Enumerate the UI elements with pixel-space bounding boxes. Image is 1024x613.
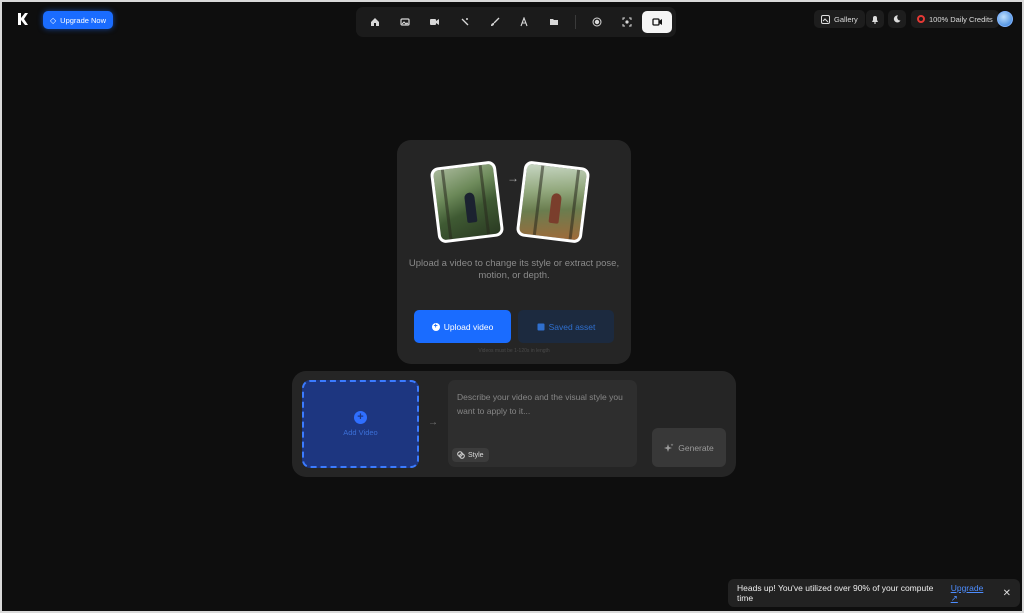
image-tool-button[interactable] <box>390 11 420 33</box>
toast-upgrade-link[interactable]: Upgrade ↗ <box>951 583 992 604</box>
scan-tool-button[interactable] <box>612 11 642 33</box>
toolbar-divider <box>575 15 577 29</box>
record-icon <box>592 17 602 27</box>
prompt-placeholder: Describe your video and the visual style… <box>457 392 623 416</box>
brush-icon <box>490 17 500 26</box>
folder-tool-button[interactable] <box>539 11 569 33</box>
home-icon <box>370 18 379 26</box>
tree-trunk <box>568 169 581 240</box>
video-camera-icon <box>651 18 662 26</box>
source-video-thumbnail <box>429 160 505 244</box>
user-avatar[interactable] <box>997 11 1013 27</box>
credits-label: 100% Daily Credits <box>929 14 993 24</box>
saved-asset-label: Saved asset <box>548 321 596 332</box>
home-tool-button[interactable] <box>360 11 390 33</box>
text-tool-button[interactable] <box>510 11 540 33</box>
close-icon[interactable]: ✕ <box>1003 588 1011 599</box>
upload-video-label: Upload video <box>443 321 494 332</box>
add-video-label: Add Video <box>343 428 378 437</box>
tree-trunk <box>532 165 545 236</box>
arrow-right-icon: → <box>428 417 438 428</box>
gallery-button[interactable]: Gallery <box>814 10 865 28</box>
upload-video-button[interactable]: + Upload video <box>414 310 511 343</box>
upload-length-note: Videos must be 1-120s in length <box>478 348 550 354</box>
person-figure <box>548 192 563 224</box>
style-tag-icon <box>457 451 465 459</box>
tree-trunk <box>440 169 453 240</box>
magic-wand-icon <box>461 18 469 26</box>
main-toolbar <box>356 7 676 37</box>
text-icon <box>520 17 528 27</box>
sparkle-icon <box>664 443 674 452</box>
magic-tool-button[interactable] <box>450 11 480 33</box>
upload-card: → Upload a video to change its style or … <box>397 140 631 364</box>
tree-trunk <box>478 164 491 235</box>
prompt-input[interactable]: Describe your video and the visual style… <box>448 380 637 467</box>
plus-circle-icon: + <box>431 322 440 331</box>
notifications-button[interactable] <box>866 10 884 28</box>
scan-icon <box>622 17 632 27</box>
image-icon <box>400 18 410 26</box>
styled-video-thumbnail <box>515 160 591 244</box>
toast-message: Heads up! You've utilized over 90% of yo… <box>737 583 934 603</box>
generation-panel: + Add Video → Describe your video and th… <box>292 371 736 477</box>
generate-button[interactable]: Generate <box>652 428 726 467</box>
generate-label: Generate <box>678 442 714 453</box>
arrow-right-icon: → <box>507 171 519 185</box>
video-tool-button[interactable] <box>420 11 450 33</box>
video-camera-tool-button[interactable] <box>642 11 673 33</box>
asset-image-icon <box>537 323 545 330</box>
theme-toggle-button[interactable] <box>888 10 906 28</box>
style-button[interactable]: Style <box>452 448 489 462</box>
compute-usage-toast: Heads up! You've utilized over 90% of yo… <box>728 579 1020 607</box>
credits-ring-icon <box>917 15 925 23</box>
app-logo-icon[interactable] <box>16 12 32 28</box>
add-video-dropzone[interactable]: + Add Video <box>302 380 419 468</box>
daily-credits-button[interactable]: 100% Daily Credits <box>911 10 999 28</box>
moon-icon <box>893 15 901 23</box>
saved-asset-button[interactable]: Saved asset <box>518 310 614 343</box>
video-icon <box>430 19 440 25</box>
folder-icon <box>550 19 559 25</box>
record-tool-button[interactable] <box>582 11 612 33</box>
brush-tool-button[interactable] <box>480 11 510 33</box>
upgrade-label: Upgrade Now <box>60 15 107 25</box>
person-figure <box>463 192 478 224</box>
app-frame: { "brand": { "logo_icon": "k-logo-icon" … <box>2 2 1022 611</box>
upgrade-now-button[interactable]: ◇ Upgrade Now <box>43 11 114 29</box>
upload-description: Upload a video to change its style or ex… <box>408 258 620 281</box>
style-label: Style <box>468 451 484 459</box>
diamond-icon: ◇ <box>50 15 57 25</box>
bell-icon <box>872 15 878 24</box>
gallery-label: Gallery <box>834 14 858 24</box>
add-plus-icon: + <box>354 411 367 424</box>
gallery-icon <box>821 14 830 24</box>
